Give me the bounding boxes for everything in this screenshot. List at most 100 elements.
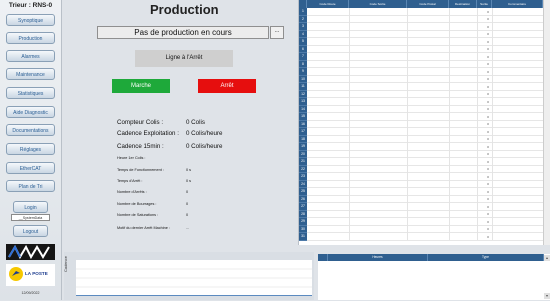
- routing-sortie-cell[interactable]: 0: [486, 62, 490, 66]
- routing-sortie-cell[interactable]: 0: [486, 85, 490, 89]
- routing-col-header[interactable]: Destination: [449, 0, 477, 8]
- routing-row-number[interactable]: 8: [299, 60, 307, 68]
- routing-row-number[interactable]: 1: [299, 8, 307, 16]
- routing-col-header[interactable]: Code Sortie: [349, 0, 407, 8]
- events-scroll-up-icon[interactable]: ▴: [544, 255, 550, 261]
- nav-aide-diagnostic-button[interactable]: Aide Diagnostic: [6, 106, 55, 118]
- routing-row-number[interactable]: 4: [299, 30, 307, 38]
- routing-sortie-cell[interactable]: 0: [486, 92, 490, 96]
- routing-row-number[interactable]: 29: [299, 218, 307, 226]
- routing-row-number[interactable]: 18: [299, 135, 307, 143]
- routing-sortie-cell[interactable]: 0: [486, 70, 490, 74]
- routing-sortie-cell[interactable]: 0: [486, 100, 490, 104]
- routing-sortie-cell[interactable]: 0: [486, 197, 490, 201]
- routing-sortie-cell[interactable]: 0: [486, 10, 490, 14]
- nav-documentations-button[interactable]: Documentations: [6, 124, 55, 136]
- routing-sortie-cell[interactable]: 0: [486, 235, 490, 239]
- routing-sortie-cell[interactable]: 0: [486, 160, 490, 164]
- routing-row-number[interactable]: 26: [299, 195, 307, 203]
- routing-row-number[interactable]: 12: [299, 90, 307, 98]
- stat-label: Temps de Fonctionnement :: [117, 168, 164, 172]
- events-table-corner: [318, 254, 328, 261]
- routing-row-number[interactable]: 15: [299, 113, 307, 121]
- routing-row-number[interactable]: 3: [299, 23, 307, 31]
- routing-sortie-cell[interactable]: 0: [486, 40, 490, 44]
- routing-col-header[interactable]: Code Route: [307, 0, 349, 8]
- stop-button[interactable]: Arrêt: [198, 79, 256, 93]
- nav-statistiques-button[interactable]: Statistiques: [6, 87, 55, 99]
- routing-sortie-cell[interactable]: 0: [486, 175, 490, 179]
- nav-production-button[interactable]: Production: [6, 32, 55, 44]
- routing-row-number[interactable]: 25: [299, 188, 307, 196]
- routing-sortie-cell[interactable]: 0: [486, 145, 490, 149]
- routing-row-number[interactable]: 21: [299, 158, 307, 166]
- routing-sortie-cell[interactable]: 0: [486, 25, 490, 29]
- start-button[interactable]: Marche: [112, 79, 170, 93]
- events-scroll-down-icon[interactable]: ▾: [544, 293, 550, 299]
- routing-col-header[interactable]: Commentaire: [492, 0, 543, 8]
- routing-col-header[interactable]: Sortie: [477, 0, 492, 8]
- routing-sortie-cell[interactable]: 0: [486, 55, 490, 59]
- nav-alarmes-button[interactable]: Alarmes: [6, 50, 55, 62]
- routing-sortie-cell[interactable]: 0: [486, 212, 490, 216]
- events-col-heures[interactable]: Heures: [328, 254, 428, 261]
- routing-row-number[interactable]: 9: [299, 68, 307, 76]
- routing-sortie-cell[interactable]: 0: [486, 32, 490, 36]
- routing-sortie-cell[interactable]: 0: [486, 47, 490, 51]
- routing-col-header[interactable]: Code Postal: [407, 0, 449, 8]
- routing-row-number[interactable]: 27: [299, 203, 307, 211]
- routing-sortie-cell[interactable]: 0: [486, 122, 490, 126]
- routing-row-divider: [307, 172, 543, 173]
- routing-sortie-cell[interactable]: 0: [486, 227, 490, 231]
- nav-maintenance-button[interactable]: Maintenance: [6, 68, 55, 80]
- routing-sortie-cell[interactable]: 0: [486, 182, 490, 186]
- nav-plan-de-tri-button[interactable]: Plan de Tri: [6, 180, 55, 192]
- routing-sortie-cell[interactable]: 0: [486, 107, 490, 111]
- routing-table-scrollbar[interactable]: [543, 0, 550, 245]
- routing-sortie-cell[interactable]: 0: [486, 137, 490, 141]
- nav-reglages-button[interactable]: Réglages: [6, 143, 55, 155]
- routing-row-divider: [307, 104, 543, 106]
- routing-row-number[interactable]: 14: [299, 105, 307, 113]
- routing-row-number[interactable]: 31: [299, 233, 307, 241]
- routing-row-number[interactable]: 7: [299, 53, 307, 61]
- stat-value: 0 Colis: [186, 119, 205, 126]
- routing-row-divider: [307, 119, 543, 121]
- routing-row-number[interactable]: 17: [299, 128, 307, 136]
- routing-row-number[interactable]: 13: [299, 98, 307, 106]
- routing-sortie-cell[interactable]: 0: [486, 17, 490, 21]
- routing-row-number[interactable]: 22: [299, 165, 307, 173]
- routing-row-number[interactable]: 2: [299, 15, 307, 23]
- routing-row-number[interactable]: 28: [299, 210, 307, 218]
- routing-row-number[interactable]: 16: [299, 120, 307, 128]
- routing-sortie-cell[interactable]: 0: [486, 190, 490, 194]
- login-button[interactable]: Login: [13, 201, 48, 213]
- production-status-browse-button[interactable]: ...: [270, 26, 284, 39]
- routing-row-divider: [307, 134, 543, 136]
- routing-sortie-cell[interactable]: 0: [486, 77, 490, 81]
- production-status-field[interactable]: Pas de production en cours: [97, 26, 269, 39]
- routing-sortie-cell[interactable]: 0: [486, 220, 490, 224]
- routing-row-number[interactable]: 6: [299, 45, 307, 53]
- nav-ethercat-button[interactable]: EtherCAT: [6, 162, 55, 174]
- routing-sortie-cell[interactable]: 0: [486, 130, 490, 134]
- logout-button[interactable]: Logout: [13, 225, 48, 237]
- events-col-type[interactable]: Type: [428, 254, 544, 261]
- routing-row-number[interactable]: 5: [299, 38, 307, 46]
- routing-row-number[interactable]: 19: [299, 143, 307, 151]
- routing-sortie-cell[interactable]: 0: [486, 205, 490, 209]
- routing-row-divider: [307, 157, 543, 158]
- nav-synoptique-button[interactable]: Synoptique: [6, 14, 55, 26]
- routing-row-number[interactable]: 23: [299, 173, 307, 181]
- routing-sortie-cell[interactable]: 0: [486, 115, 490, 119]
- stat-label: Compteur Colis :: [117, 119, 164, 126]
- routing-row-number[interactable]: 10: [299, 75, 307, 83]
- routing-sortie-cell[interactable]: 0: [486, 152, 490, 156]
- routing-sortie-cell[interactable]: 0: [486, 167, 490, 171]
- routing-row-number[interactable]: 20: [299, 150, 307, 158]
- routing-row-divider: [307, 127, 543, 128]
- routing-row-number[interactable]: 24: [299, 180, 307, 188]
- stat-value: 0 Colis/heure: [186, 130, 223, 137]
- routing-row-number[interactable]: 11: [299, 83, 307, 91]
- routing-row-number[interactable]: 30: [299, 225, 307, 233]
